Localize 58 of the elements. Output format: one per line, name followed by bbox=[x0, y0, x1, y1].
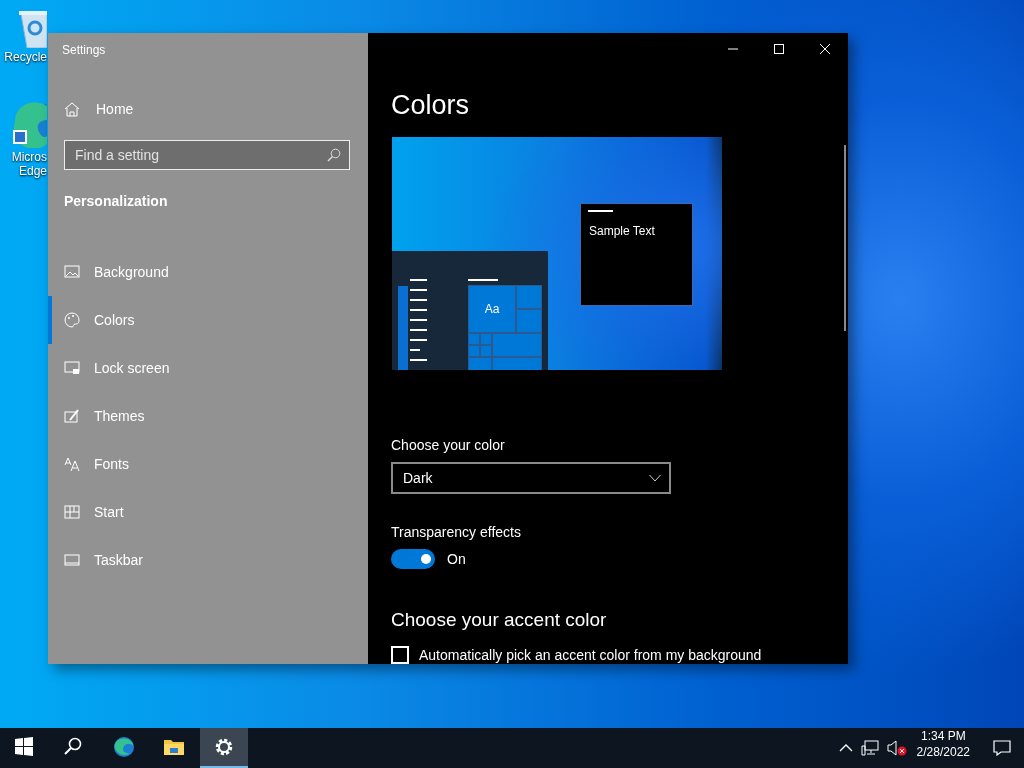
grid-icon bbox=[64, 504, 80, 520]
font-icon bbox=[64, 456, 80, 472]
sample-text: Sample Text bbox=[589, 224, 655, 238]
brush-icon bbox=[64, 408, 80, 424]
scrollbar[interactable] bbox=[844, 145, 846, 331]
speech-bubble-icon bbox=[993, 740, 1011, 756]
nav-item[interactable]: Taskbar bbox=[48, 536, 368, 584]
taskbar-button[interactable] bbox=[200, 728, 248, 768]
desktop-icon-label: Recycle bbox=[4, 50, 47, 64]
color-dropdown[interactable]: Dark bbox=[391, 462, 671, 494]
checkbox[interactable] bbox=[391, 646, 409, 664]
tile: Aa bbox=[468, 285, 516, 333]
toggle-state: On bbox=[447, 551, 466, 567]
checkbox-label: Automatically pick an accent color from my background bbox=[419, 647, 762, 663]
window-title: Settings bbox=[62, 43, 107, 59]
field-label: Choose your color bbox=[391, 437, 506, 454]
nav-item[interactable]: Lock screen bbox=[48, 344, 368, 392]
field-label: Transparency effects bbox=[391, 524, 522, 540]
tile bbox=[468, 333, 480, 345]
tile bbox=[468, 345, 480, 357]
home-link[interactable]: Home bbox=[64, 97, 368, 121]
taskbar-icon bbox=[64, 552, 80, 568]
palette-icon bbox=[64, 312, 80, 328]
nav-item[interactable]: Colors bbox=[48, 296, 368, 344]
desktop-icon-label: Micros bbox=[11, 150, 47, 164]
nav-item[interactable]: Background bbox=[48, 248, 368, 296]
home-icon bbox=[64, 101, 80, 117]
lock-screen-icon bbox=[64, 360, 80, 376]
toggle-switch[interactable] bbox=[391, 549, 435, 569]
tile bbox=[516, 309, 542, 333]
nav-item[interactable]: Fonts bbox=[48, 440, 368, 488]
section-heading: Choose your accent color bbox=[391, 608, 608, 632]
tile bbox=[492, 333, 542, 357]
tile bbox=[468, 357, 492, 371]
desktop-icon-label: Edge bbox=[18, 164, 47, 178]
chevron-up-icon[interactable] bbox=[838, 743, 853, 753]
search-icon bbox=[327, 148, 341, 162]
edge-icon[interactable] bbox=[13, 102, 47, 148]
search-field[interactable]: Find a setting bbox=[64, 140, 350, 170]
windows-icon bbox=[13, 736, 35, 758]
picture-icon bbox=[64, 264, 80, 280]
recycle-bin-icon[interactable] bbox=[19, 8, 47, 48]
close-icon bbox=[820, 44, 830, 54]
gear-icon bbox=[213, 736, 235, 758]
page-title: Colors bbox=[391, 89, 471, 122]
tile bbox=[516, 285, 542, 309]
muted-speaker-icon[interactable] bbox=[886, 740, 907, 756]
network-icon[interactable] bbox=[860, 740, 879, 756]
nav-item[interactable]: Start bbox=[48, 488, 368, 536]
tile bbox=[480, 333, 492, 345]
tile bbox=[480, 345, 492, 357]
section-heading: Personalization bbox=[64, 193, 169, 211]
clock[interactable]: 1:34 PM 2/28/2022 bbox=[906, 728, 980, 768]
edge-icon bbox=[113, 736, 135, 758]
nav-item[interactable]: Themes bbox=[48, 392, 368, 440]
tile bbox=[492, 357, 542, 371]
chevron-down-icon bbox=[649, 474, 661, 483]
maximize-icon bbox=[774, 44, 784, 54]
